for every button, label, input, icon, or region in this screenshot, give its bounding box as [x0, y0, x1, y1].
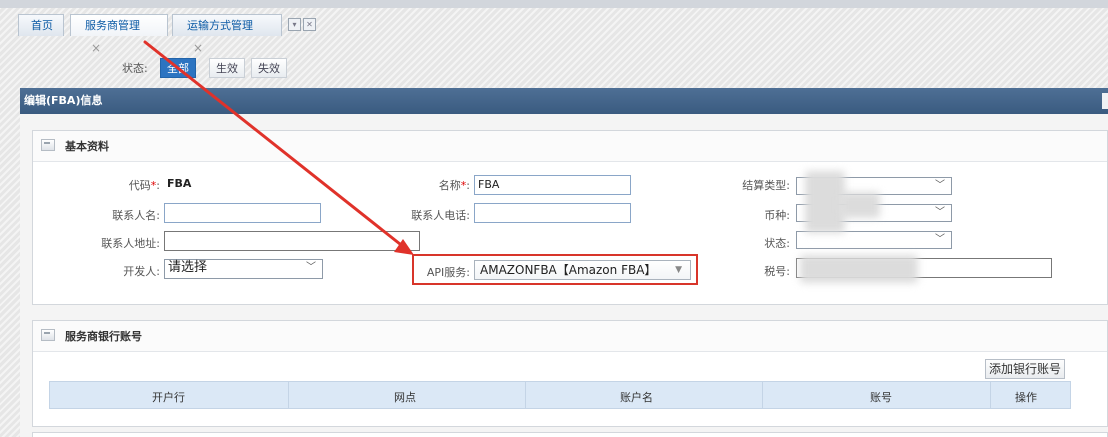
annotation-arrow — [143, 40, 414, 255]
